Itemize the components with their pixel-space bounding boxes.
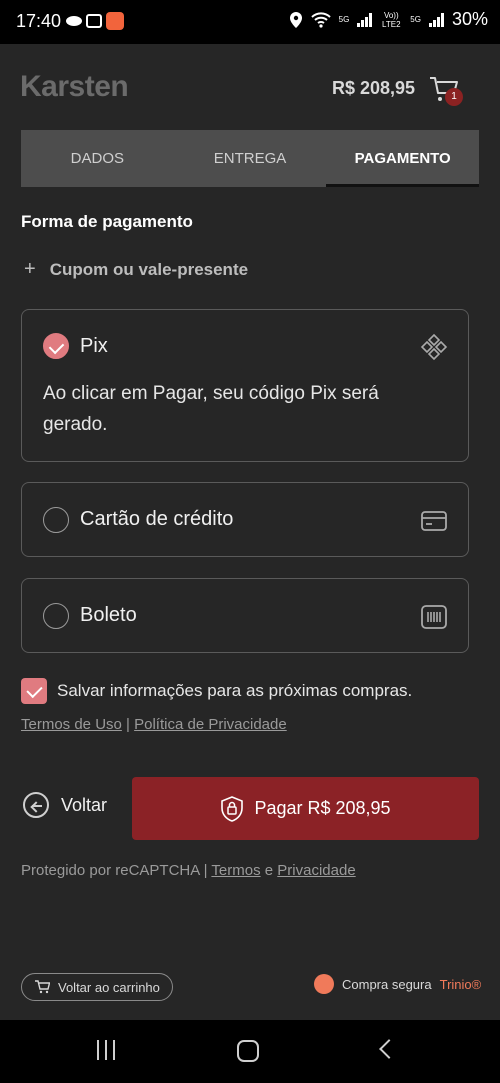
arrow-left-icon: [23, 792, 49, 818]
tab-pagamento[interactable]: PAGAMENTO: [326, 130, 479, 187]
save-info-label: Salvar informações para as próximas comp…: [57, 681, 413, 700]
pay-button[interactable]: Pagar R$ 208,95: [132, 777, 479, 840]
privacy-link[interactable]: Política de Privacidade: [134, 716, 287, 733]
recaptcha-and: e: [264, 862, 274, 879]
boleto-radio[interactable]: [43, 603, 69, 629]
tab-dados[interactable]: DADOS: [21, 130, 174, 187]
link-separator: |: [126, 716, 130, 733]
pix-label: Pix: [80, 335, 108, 357]
pix-icon: [420, 333, 448, 361]
cart-icon: [35, 980, 50, 994]
notification-icon: [106, 12, 124, 30]
plus-icon: +: [24, 258, 36, 280]
brand-logo[interactable]: Karsten: [20, 70, 129, 104]
tab-entrega[interactable]: ENTREGA: [174, 130, 327, 187]
header: Karsten R$ 208,95 1: [0, 44, 500, 130]
credit-card-radio[interactable]: [43, 507, 69, 533]
coupon-label: Cupom ou vale-presente: [49, 259, 249, 279]
payment-option-boleto[interactable]: Boleto: [21, 578, 469, 653]
notification-icon: [66, 16, 82, 26]
save-info-checkbox[interactable]: Salvar informações para as próximas comp…: [21, 678, 412, 704]
home-icon[interactable]: [237, 1040, 259, 1062]
notification-icon: [86, 14, 102, 28]
credit-card-icon: [421, 511, 447, 531]
network-5g-label: 5G: [410, 15, 421, 24]
back-to-cart-label: Voltar ao carrinho: [58, 979, 160, 995]
back-icon[interactable]: [379, 1039, 399, 1059]
cart-count-badge: 1: [445, 88, 463, 106]
legal-links: Termos de Uso | Política de Privacidade: [21, 716, 287, 733]
wifi-icon: [310, 11, 331, 28]
credit-card-label: Cartão de crédito: [80, 508, 234, 530]
pay-label: Pagar R$ 208,95: [254, 798, 391, 818]
checkbox-checked[interactable]: [21, 678, 47, 704]
cart-total: R$ 208,95: [332, 78, 416, 98]
checkout-steps: DADOS ENTREGA PAGAMENTO: [21, 130, 479, 187]
back-label: Voltar: [61, 794, 108, 815]
system-nav-bar: [0, 1020, 500, 1083]
recaptcha-separator: |: [203, 862, 208, 879]
status-indicators: 5G Vo)) LTE2 5G 30%: [289, 9, 488, 30]
recaptcha-terms-link[interactable]: Termos: [211, 862, 260, 879]
status-time: 17:40: [16, 11, 62, 31]
payment-option-credit-card[interactable]: Cartão de crédito: [21, 482, 469, 557]
back-to-cart-button[interactable]: Voltar ao carrinho: [21, 973, 173, 1001]
trinio-logo-icon: [314, 974, 334, 994]
secure-purchase-badge: Compra segura Trinio®: [314, 974, 481, 994]
back-button[interactable]: Voltar: [23, 792, 107, 818]
barcode-icon: [421, 605, 447, 629]
network-5g-label: 5G: [338, 15, 350, 24]
secure-text: Compra segura: [342, 976, 432, 992]
pix-radio[interactable]: [43, 333, 69, 359]
signal-icon: [428, 12, 444, 27]
secure-brand: Trinio®: [439, 976, 482, 992]
signal-icon: [357, 12, 373, 27]
status-bar: 17:40 5G Vo)) LTE2 5G 30%: [0, 0, 500, 44]
payment-option-pix[interactable]: Pix Ao clicar em Pagar, seu código Pix s…: [21, 309, 469, 462]
lock-icon: [221, 795, 244, 822]
terms-link[interactable]: Termos de Uso: [21, 716, 122, 733]
battery-percent: 30%: [451, 9, 488, 29]
recaptcha-privacy-link[interactable]: Privacidade: [277, 862, 355, 879]
recaptcha-notice: Protegido por reCAPTCHA | Termos e Priva…: [21, 862, 356, 879]
recents-icon[interactable]: [97, 1040, 115, 1060]
recaptcha-text: Protegido por reCAPTCHA: [21, 862, 200, 879]
battery: 30%: [452, 9, 488, 30]
coupon-toggle[interactable]: + Cupom ou vale-presente: [24, 258, 248, 281]
pix-description: Ao clicar em Pagar, seu código Pix será …: [43, 383, 379, 435]
volte-label: Vo)) LTE2: [382, 10, 401, 29]
boleto-label: Boleto: [80, 604, 137, 626]
section-title: Forma de pagamento: [21, 212, 193, 231]
notification-icons: [66, 12, 124, 30]
location-icon: [289, 11, 302, 28]
